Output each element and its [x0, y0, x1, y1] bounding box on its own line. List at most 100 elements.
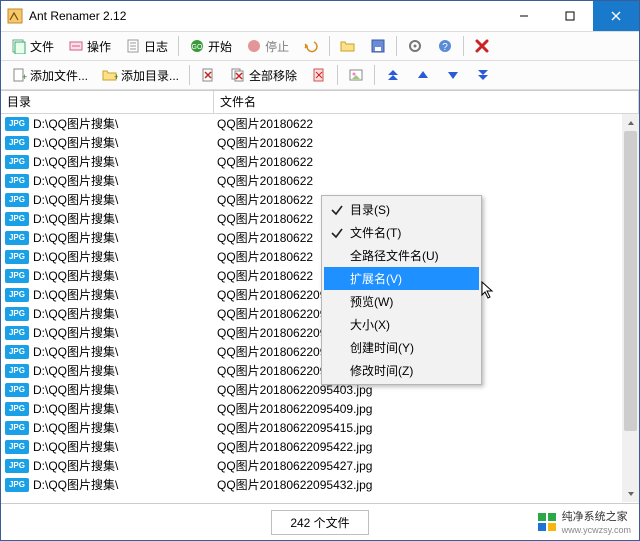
separator-icon [178, 36, 179, 56]
remove-file-icon [200, 67, 216, 83]
cell-dir: JPGD:\QQ图片搜集\ [1, 191, 213, 208]
undo-button[interactable] [297, 35, 325, 57]
scroll-down-button[interactable] [622, 485, 639, 502]
add-files-button[interactable]: + 添加文件... [5, 64, 94, 86]
menu-item-preview[interactable]: 预览(W) [324, 290, 479, 313]
cell-dir: JPGD:\QQ图片搜集\ [1, 419, 213, 436]
stop-label: 停止 [265, 38, 289, 55]
actions-tab-button[interactable]: 操作 [62, 35, 117, 57]
move-bottom-button[interactable] [469, 64, 497, 86]
menu-item-label: 大小(X) [350, 316, 390, 333]
cell-dir-text: D:\QQ图片搜集\ [33, 305, 118, 322]
log-tab-button[interactable]: 日志 [119, 35, 174, 57]
table-row[interactable]: JPGD:\QQ图片搜集\QQ图片20180622095342.jpg [1, 323, 639, 342]
table-row[interactable]: JPGD:\QQ图片搜集\QQ图片20180622095330.jpg [1, 285, 639, 304]
jpg-badge-icon: JPG [5, 364, 29, 378]
preview-icon [348, 67, 364, 83]
jpg-badge-icon: JPG [5, 231, 29, 245]
cell-dir-text: D:\QQ图片搜集\ [33, 210, 118, 227]
watermark-logo-icon [538, 513, 556, 531]
preview-button[interactable] [342, 64, 370, 86]
cell-filename: QQ图片20180622 [213, 115, 639, 132]
settings-button[interactable] [401, 35, 429, 57]
cell-dir: JPGD:\QQ图片搜集\ [1, 134, 213, 151]
column-header-filename[interactable]: 文件名 [214, 91, 639, 113]
cell-dir: JPGD:\QQ图片搜集\ [1, 172, 213, 189]
menu-item-ctime[interactable]: 创建时间(Y) [324, 336, 479, 359]
scroll-track[interactable] [622, 131, 639, 485]
cell-dir-text: D:\QQ图片搜集\ [33, 400, 118, 417]
file-list[interactable]: JPGD:\QQ图片搜集\QQ图片20180622JPGD:\QQ图片搜集\QQ… [1, 114, 639, 502]
cell-filename: QQ图片20180622095409.jpg [213, 400, 639, 417]
menu-item-label: 修改时间(Z) [350, 362, 413, 379]
table-row[interactable]: JPGD:\QQ图片搜集\QQ图片20180622095409.jpg [1, 399, 639, 418]
cell-dir: JPGD:\QQ图片搜集\ [1, 362, 213, 379]
menu-item-size[interactable]: 大小(X) [324, 313, 479, 336]
cell-filename: QQ图片20180622095422.jpg [213, 438, 639, 455]
table-row[interactable]: JPGD:\QQ图片搜集\QQ图片20180622 [1, 152, 639, 171]
table-row[interactable]: JPGD:\QQ图片搜集\QQ图片20180622 [1, 266, 639, 285]
add-folder-icon: + [102, 67, 118, 83]
table-row[interactable]: JPGD:\QQ图片搜集\QQ图片20180622095415.jpg [1, 418, 639, 437]
scroll-thumb[interactable] [624, 131, 637, 431]
jpg-badge-icon: JPG [5, 421, 29, 435]
table-row[interactable]: JPGD:\QQ图片搜集\QQ图片20180622 [1, 114, 639, 133]
menu-item-filename[interactable]: 文件名(T) [324, 221, 479, 244]
help-icon: ? [437, 38, 453, 54]
menu-item-mtime[interactable]: 修改时间(Z) [324, 359, 479, 382]
table-row[interactable]: JPGD:\QQ图片搜集\QQ图片20180622095336.jpg [1, 304, 639, 323]
move-down-button[interactable] [439, 64, 467, 86]
stop-button[interactable]: 停止 [240, 35, 295, 57]
table-row[interactable]: JPGD:\QQ图片搜集\QQ图片20180622 [1, 209, 639, 228]
table-row[interactable]: JPGD:\QQ图片搜集\QQ图片20180622095357.jpg [1, 361, 639, 380]
help-button[interactable]: ? [431, 35, 459, 57]
start-button[interactable]: GO 开始 [183, 35, 238, 57]
jpg-badge-icon: JPG [5, 383, 29, 397]
jpg-badge-icon: JPG [5, 269, 29, 283]
cell-dir: JPGD:\QQ图片搜集\ [1, 343, 213, 360]
add-folder-button[interactable]: + 添加目录... [96, 64, 185, 86]
table-row[interactable]: JPGD:\QQ图片搜集\QQ图片20180622095427.jpg [1, 456, 639, 475]
cell-dir: JPGD:\QQ图片搜集\ [1, 438, 213, 455]
jpg-badge-icon: JPG [5, 117, 29, 131]
scroll-up-button[interactable] [622, 114, 639, 131]
table-row[interactable]: JPGD:\QQ图片搜集\QQ图片20180622 [1, 133, 639, 152]
table-row[interactable]: JPGD:\QQ图片搜集\QQ图片20180622095348.jpg [1, 342, 639, 361]
jpg-badge-icon: JPG [5, 326, 29, 340]
maximize-button[interactable] [547, 1, 593, 31]
remove-selected-button[interactable] [194, 64, 222, 86]
table-row[interactable]: JPGD:\QQ图片搜集\QQ图片20180622 [1, 190, 639, 209]
table-row[interactable]: JPGD:\QQ图片搜集\QQ图片20180622 [1, 171, 639, 190]
remove-all-label: 全部移除 [249, 67, 297, 84]
save-button[interactable] [364, 35, 392, 57]
table-row[interactable]: JPGD:\QQ图片搜集\QQ图片20180622095432.jpg [1, 475, 639, 494]
menu-item-label: 预览(W) [350, 293, 393, 310]
remove-dead-button[interactable] [305, 64, 333, 86]
add-folder-label: 添加目录... [121, 67, 179, 84]
cell-dir-text: D:\QQ图片搜集\ [33, 248, 118, 265]
menu-item-label: 文件名(T) [350, 224, 401, 241]
cell-dir: JPGD:\QQ图片搜集\ [1, 153, 213, 170]
move-top-button[interactable] [379, 64, 407, 86]
menu-item-dir[interactable]: 目录(S) [324, 198, 479, 221]
jpg-badge-icon: JPG [5, 136, 29, 150]
scrollbar-vertical [622, 114, 639, 502]
table-row[interactable]: JPGD:\QQ图片搜集\QQ图片20180622 [1, 247, 639, 266]
cell-dir: JPGD:\QQ图片搜集\ [1, 476, 213, 493]
remove-all-button[interactable]: 全部移除 [224, 64, 303, 86]
table-row[interactable]: JPGD:\QQ图片搜集\QQ图片20180622095422.jpg [1, 437, 639, 456]
column-header-dir[interactable]: 目录 [1, 91, 214, 113]
jpg-badge-icon: JPG [5, 345, 29, 359]
cell-dir: JPGD:\QQ图片搜集\ [1, 457, 213, 474]
table-row[interactable]: JPGD:\QQ图片搜集\QQ图片20180622 [1, 228, 639, 247]
files-tab-button[interactable]: 文件 [5, 35, 60, 57]
table-row[interactable]: JPGD:\QQ图片搜集\QQ图片20180622095403.jpg [1, 380, 639, 399]
cell-dir-text: D:\QQ图片搜集\ [33, 286, 118, 303]
exit-button[interactable] [468, 35, 496, 57]
minimize-button[interactable] [501, 1, 547, 31]
menu-item-ext[interactable]: 扩展名(V) [324, 267, 479, 290]
menu-item-fullpath[interactable]: 全路径文件名(U) [324, 244, 479, 267]
open-button[interactable] [334, 35, 362, 57]
move-up-button[interactable] [409, 64, 437, 86]
close-button[interactable] [593, 1, 639, 31]
